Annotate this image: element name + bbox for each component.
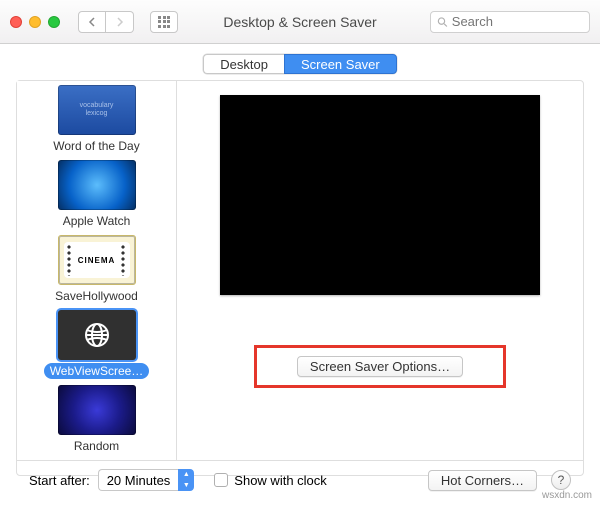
screensaver-list[interactable]: vocabularylexicog Word of the Day Apple … [17, 81, 177, 460]
list-item[interactable]: Apple Watch [17, 160, 176, 229]
checkbox-label: Show with clock [234, 473, 326, 488]
list-item[interactable]: CINEMA SaveHollywood [17, 235, 176, 304]
list-item[interactable]: Random [17, 385, 176, 454]
globe-icon [84, 322, 110, 348]
checkbox-icon [214, 473, 228, 487]
close-icon[interactable] [10, 16, 22, 28]
search-field-wrap[interactable] [430, 11, 590, 33]
search-input[interactable] [452, 14, 583, 29]
list-item-label: SaveHollywood [49, 288, 144, 304]
start-after-select[interactable]: 20 Minutes ▲ ▼ [98, 469, 195, 491]
thumbnail: CINEMA [58, 235, 136, 285]
tab-desktop[interactable]: Desktop [203, 54, 284, 74]
highlight-box: Screen Saver Options… [254, 345, 506, 388]
search-icon [437, 16, 448, 28]
thumbnail: vocabularylexicog [58, 85, 136, 135]
show-with-clock-checkbox[interactable]: Show with clock [214, 473, 326, 488]
stepper-icon[interactable]: ▲ ▼ [178, 469, 194, 491]
panel-footer: Start after: 20 Minutes ▲ ▼ Show with cl… [17, 460, 583, 499]
minimize-icon[interactable] [29, 16, 41, 28]
screensaver-preview[interactable] [220, 95, 540, 295]
help-button[interactable]: ? [551, 470, 571, 490]
list-item-label: Random [68, 438, 125, 454]
thumbnail [58, 310, 136, 360]
watermark: wsxdn.com [542, 490, 592, 501]
thumbnail [58, 385, 136, 435]
back-button[interactable] [78, 11, 106, 33]
list-item-label: Word of the Day [47, 138, 145, 154]
list-item[interactable]: WebViewScree… [17, 310, 176, 379]
main-area: Screen Saver Options… [177, 81, 583, 460]
list-item[interactable]: vocabularylexicog Word of the Day [17, 85, 176, 154]
forward-button[interactable] [106, 11, 134, 33]
thumbnail [58, 160, 136, 210]
content-panel: vocabularylexicog Word of the Day Apple … [16, 80, 584, 476]
list-item-label: Apple Watch [57, 213, 137, 229]
zoom-icon[interactable] [48, 16, 60, 28]
start-after-label: Start after: [29, 473, 90, 488]
list-item-label: WebViewScree… [44, 363, 150, 379]
window-controls [10, 16, 60, 28]
titlebar: Desktop & Screen Saver [0, 0, 600, 44]
tab-screen-saver[interactable]: Screen Saver [284, 54, 397, 74]
start-after-value: 20 Minutes [98, 469, 179, 491]
hot-corners-button[interactable]: Hot Corners… [428, 470, 537, 491]
tab-strip: Desktop Screen Saver [0, 44, 600, 80]
show-all-button[interactable] [150, 11, 178, 33]
screen-saver-options-button[interactable]: Screen Saver Options… [297, 356, 463, 377]
